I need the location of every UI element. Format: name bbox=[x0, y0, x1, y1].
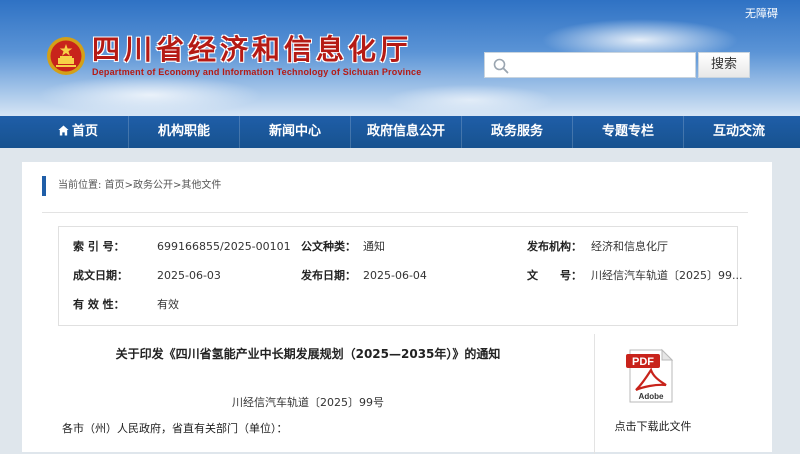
nav-item-label: 首页 bbox=[71, 124, 98, 139]
national-emblem-icon bbox=[47, 37, 85, 75]
metadata-row: 成文日期： 2025-06-03 发布日期： 2025-06-04 文 号： 川… bbox=[59, 265, 742, 287]
search-button[interactable]: 搜索 bbox=[698, 52, 750, 78]
nav-item-news[interactable]: 新闻中心 bbox=[240, 116, 350, 148]
pdf-file-icon[interactable]: PDF Adobe bbox=[626, 348, 676, 404]
search-icon bbox=[493, 58, 509, 74]
nav-item-organization[interactable]: 机构职能 bbox=[129, 116, 239, 148]
nav-item-services[interactable]: 政务服务 bbox=[462, 116, 572, 148]
publish-date-value: 2025-06-04 bbox=[363, 269, 427, 282]
metadata-row: 索 引 号： 699166855/2025-00101 公文种类： 通知 发布机… bbox=[59, 236, 737, 258]
search-input[interactable] bbox=[513, 55, 695, 77]
document-metadata: 索 引 号： 699166855/2025-00101 公文种类： 通知 发布机… bbox=[58, 226, 742, 326]
nav-item-info-disclosure[interactable]: 政府信息公开 bbox=[351, 116, 461, 148]
site-header: 无障碍 四川省经济和信息化厅 Department of Economy and… bbox=[0, 0, 800, 116]
article-salutation: 各市（州）人民政府，省直有关部门（单位）： bbox=[62, 422, 288, 435]
content-panel: 当前位置: 首页>政务公开>其他文件 索 引 号： 699166855/2025… bbox=[22, 162, 772, 454]
article-document-number: 川经信汽车轨道〔2025〕99号 bbox=[232, 396, 384, 409]
breadcrumb-public-affairs[interactable]: 政务公开 bbox=[133, 180, 173, 191]
download-file-link[interactable]: 点击下载此文件 bbox=[608, 418, 698, 434]
publisher-label: 发布机构： bbox=[527, 240, 582, 253]
section-divider bbox=[42, 212, 748, 213]
document-type-value: 通知 bbox=[363, 240, 385, 253]
document-number-label: 文 号： bbox=[527, 269, 582, 282]
site-title[interactable]: 四川省经济和信息化厅 bbox=[92, 35, 412, 65]
publish-date-label: 发布日期： bbox=[301, 269, 356, 282]
nav-item-topics[interactable]: 专题专栏 bbox=[573, 116, 683, 148]
home-icon bbox=[58, 125, 69, 136]
breadcrumb-prefix: 当前位置: bbox=[58, 180, 102, 191]
site-title-english: Department of Economy and Information Te… bbox=[92, 67, 422, 77]
created-date-value: 2025-06-03 bbox=[157, 269, 221, 282]
validity-value: 有效 bbox=[157, 298, 179, 311]
document-number-value: 川经信汽车轨道〔2025〕99... bbox=[591, 269, 743, 282]
metadata-row: 有 效 性： 有效 bbox=[59, 294, 737, 316]
breadcrumb-home[interactable]: 首页 bbox=[105, 180, 125, 191]
accessibility-link[interactable]: 无障碍 bbox=[745, 5, 778, 21]
publisher-value: 经济和信息化厅 bbox=[591, 240, 668, 253]
article-title: 关于印发《四川省氢能产业中长期发展规划（2025—2035年）》的通知 bbox=[115, 347, 501, 361]
document-type-label: 公文种类： bbox=[301, 240, 356, 253]
breadcrumb-other-documents[interactable]: 其他文件 bbox=[181, 180, 221, 191]
sidebar-divider bbox=[594, 334, 595, 454]
main-nav: 首页 机构职能 新闻中心 政府信息公开 政务服务 专题专栏 互动交流 bbox=[0, 116, 800, 148]
index-number-label: 索 引 号： bbox=[73, 240, 125, 253]
created-date-label: 成文日期： bbox=[73, 269, 128, 282]
index-number-value: 699166855/2025-00101 bbox=[157, 240, 291, 253]
breadcrumb-separator: > bbox=[124, 180, 133, 191]
search-box bbox=[484, 52, 696, 78]
validity-label: 有 效 性： bbox=[73, 298, 125, 311]
adobe-label: Adobe bbox=[639, 392, 664, 401]
nav-item-home[interactable]: 首页 bbox=[28, 116, 128, 148]
nav-item-interaction[interactable]: 互动交流 bbox=[684, 116, 794, 148]
pdf-label: PDF bbox=[632, 356, 654, 368]
breadcrumb: 当前位置: 首页>政务公开>其他文件 bbox=[42, 176, 221, 196]
